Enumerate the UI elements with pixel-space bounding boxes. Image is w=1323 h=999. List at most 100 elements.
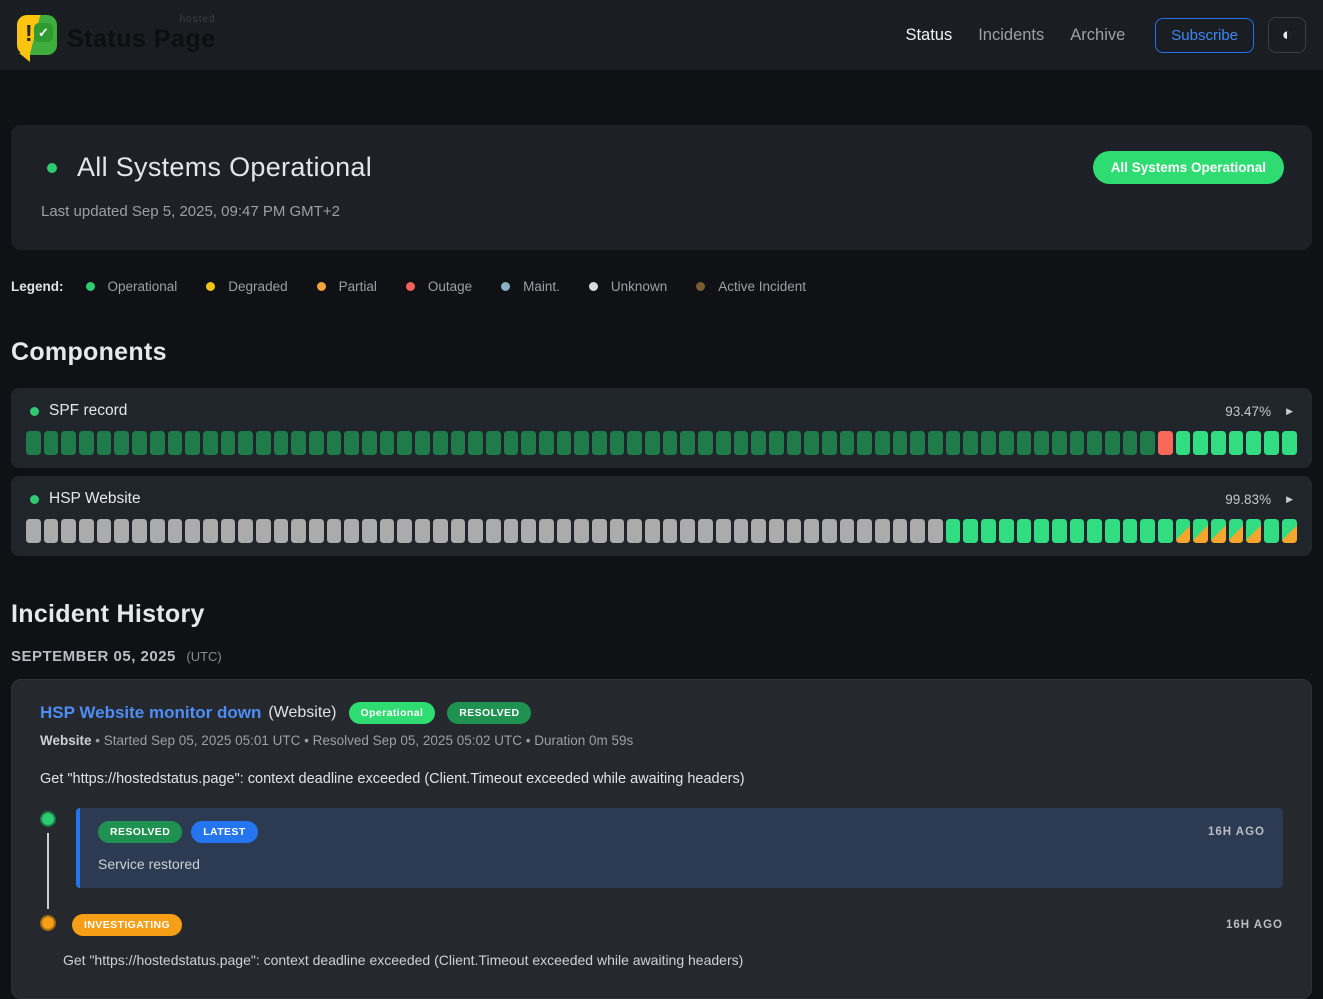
uptime-bar[interactable] — [822, 519, 837, 543]
uptime-bar[interactable] — [1176, 431, 1191, 455]
uptime-bar[interactable] — [504, 519, 519, 543]
uptime-bar[interactable] — [221, 519, 236, 543]
uptime-bar[interactable] — [1123, 431, 1138, 455]
uptime-bar[interactable] — [1229, 431, 1244, 455]
uptime-bar[interactable] — [504, 431, 519, 455]
uptime-bar[interactable] — [274, 431, 289, 455]
uptime-bar[interactable] — [238, 519, 253, 543]
uptime-bar[interactable] — [698, 431, 713, 455]
uptime-bar[interactable] — [150, 431, 165, 455]
uptime-bar[interactable] — [751, 431, 766, 455]
uptime-bar[interactable] — [1052, 519, 1067, 543]
uptime-bar[interactable] — [539, 519, 554, 543]
nav-item-status[interactable]: Status — [905, 26, 952, 45]
uptime-bar[interactable] — [344, 431, 359, 455]
theme-toggle-button[interactable]: ◐ — [1268, 17, 1306, 53]
uptime-bar[interactable] — [309, 519, 324, 543]
uptime-bar[interactable] — [97, 519, 112, 543]
component-header[interactable]: HSP Website99.83%▶ — [26, 490, 1297, 508]
brand[interactable]: ! ✓ hosted Status Page — [17, 15, 216, 55]
uptime-bar[interactable] — [97, 431, 112, 455]
uptime-bar[interactable] — [61, 519, 76, 543]
uptime-bar[interactable] — [539, 431, 554, 455]
uptime-bar[interactable] — [132, 431, 147, 455]
nav-item-incidents[interactable]: Incidents — [978, 26, 1044, 45]
uptime-bar[interactable] — [521, 519, 536, 543]
uptime-bar[interactable] — [627, 519, 642, 543]
uptime-bar[interactable] — [362, 519, 377, 543]
uptime-bar[interactable] — [1211, 431, 1226, 455]
uptime-bar[interactable] — [203, 519, 218, 543]
uptime-bar[interactable] — [1211, 519, 1226, 543]
uptime-bar[interactable] — [468, 519, 483, 543]
uptime-bar[interactable] — [857, 519, 872, 543]
uptime-bar[interactable] — [61, 431, 76, 455]
uptime-bar[interactable] — [840, 431, 855, 455]
uptime-bar[interactable] — [928, 431, 943, 455]
uptime-bar[interactable] — [610, 431, 625, 455]
uptime-bar[interactable] — [663, 519, 678, 543]
uptime-bar[interactable] — [114, 431, 129, 455]
uptime-bar[interactable] — [44, 431, 59, 455]
uptime-bar[interactable] — [680, 431, 695, 455]
uptime-bar[interactable] — [875, 431, 890, 455]
uptime-bar[interactable] — [397, 431, 412, 455]
uptime-bar[interactable] — [185, 431, 200, 455]
uptime-bar[interactable] — [1105, 431, 1120, 455]
uptime-bar[interactable] — [910, 519, 925, 543]
uptime-bar[interactable] — [1193, 431, 1208, 455]
uptime-bar[interactable] — [44, 519, 59, 543]
uptime-bar[interactable] — [26, 431, 41, 455]
uptime-bar[interactable] — [663, 431, 678, 455]
uptime-bar[interactable] — [928, 519, 943, 543]
uptime-bar[interactable] — [132, 519, 147, 543]
uptime-bar[interactable] — [1264, 431, 1279, 455]
uptime-bar[interactable] — [804, 431, 819, 455]
uptime-bar[interactable] — [574, 519, 589, 543]
uptime-bar[interactable] — [610, 519, 625, 543]
uptime-bar[interactable] — [592, 519, 607, 543]
uptime-bar[interactable] — [981, 431, 996, 455]
uptime-bar[interactable] — [1034, 519, 1049, 543]
uptime-bar[interactable] — [274, 519, 289, 543]
uptime-bar[interactable] — [574, 431, 589, 455]
uptime-bar[interactable] — [433, 431, 448, 455]
uptime-bar[interactable] — [627, 431, 642, 455]
uptime-bar[interactable] — [1017, 519, 1032, 543]
uptime-bar[interactable] — [734, 431, 749, 455]
uptime-bar[interactable] — [963, 519, 978, 543]
uptime-bar[interactable] — [185, 519, 200, 543]
uptime-bar[interactable] — [1052, 431, 1067, 455]
uptime-bar[interactable] — [150, 519, 165, 543]
uptime-bar[interactable] — [1264, 519, 1279, 543]
uptime-bar[interactable] — [1017, 431, 1032, 455]
uptime-bar[interactable] — [309, 431, 324, 455]
uptime-bar[interactable] — [468, 431, 483, 455]
uptime-bar[interactable] — [79, 431, 94, 455]
uptime-bar[interactable] — [114, 519, 129, 543]
uptime-bar[interactable] — [787, 431, 802, 455]
uptime-bar[interactable] — [168, 431, 183, 455]
uptime-bar[interactable] — [486, 519, 501, 543]
uptime-bar[interactable] — [203, 431, 218, 455]
uptime-bar[interactable] — [981, 519, 996, 543]
uptime-bar[interactable] — [1034, 431, 1049, 455]
uptime-bar[interactable] — [716, 519, 731, 543]
uptime-bar[interactable] — [433, 519, 448, 543]
uptime-bar[interactable] — [415, 431, 430, 455]
uptime-bar[interactable] — [291, 431, 306, 455]
uptime-bar[interactable] — [79, 519, 94, 543]
uptime-bar[interactable] — [698, 519, 713, 543]
uptime-bar[interactable] — [1158, 431, 1173, 455]
uptime-bar[interactable] — [946, 519, 961, 543]
uptime-bar[interactable] — [557, 519, 572, 543]
uptime-bar[interactable] — [397, 519, 412, 543]
uptime-bar[interactable] — [291, 519, 306, 543]
uptime-bar[interactable] — [1087, 431, 1102, 455]
subscribe-button[interactable]: Subscribe — [1155, 18, 1254, 53]
uptime-bar[interactable] — [1105, 519, 1120, 543]
uptime-bar[interactable] — [380, 431, 395, 455]
nav-item-archive[interactable]: Archive — [1070, 26, 1125, 45]
uptime-bar[interactable] — [840, 519, 855, 543]
uptime-bar[interactable] — [451, 519, 466, 543]
